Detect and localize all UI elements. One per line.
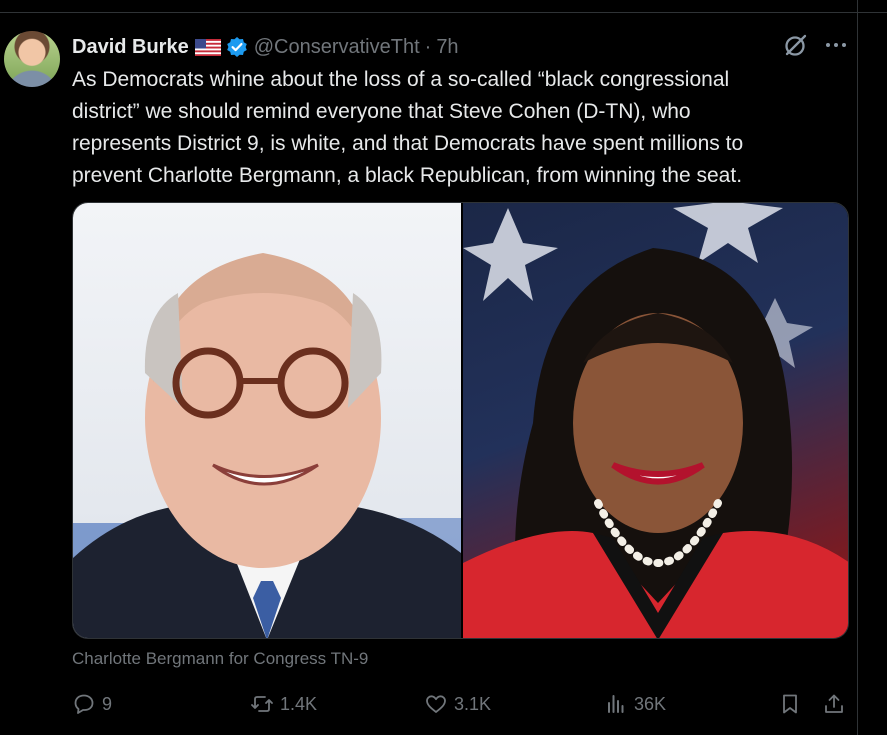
share-button[interactable]	[822, 690, 852, 718]
analytics-icon	[608, 695, 624, 713]
reply-button[interactable]: 9	[72, 690, 112, 718]
column-border	[857, 0, 858, 735]
display-name[interactable]: David Burke	[72, 36, 189, 59]
timestamp[interactable]: 7h	[436, 36, 458, 59]
us-flag-icon	[194, 38, 221, 56]
like-count: 3.1K	[454, 693, 492, 714]
grok-icon[interactable]	[783, 32, 809, 58]
tweet-text: As Democrats whine about the loss of a s…	[72, 68, 744, 187]
top-border	[0, 12, 887, 13]
views-button[interactable]: 36K	[604, 690, 666, 718]
action-bar: 9 1.4K 3.1K 36K	[72, 690, 852, 718]
bookmark-button[interactable]	[778, 690, 808, 718]
separator-dot: ·	[424, 35, 432, 58]
share-icon	[825, 694, 843, 713]
repost-count: 1.4K	[280, 693, 318, 714]
handle[interactable]: @ConservativeTht	[254, 36, 420, 59]
like-button[interactable]: 3.1K	[424, 690, 491, 718]
photo-left[interactable]	[73, 203, 461, 638]
more-options-icon[interactable]	[823, 38, 849, 52]
heart-icon	[426, 695, 446, 713]
avatar[interactable]	[4, 31, 60, 87]
repost-button[interactable]: 1.4K	[250, 690, 317, 718]
verified-badge-icon[interactable]	[226, 36, 248, 58]
reply-icon	[74, 694, 94, 714]
reply-count: 9	[102, 693, 113, 714]
tweet-media[interactable]	[72, 202, 849, 639]
media-caption[interactable]: Charlotte Bergmann for Congress TN-9	[72, 649, 368, 669]
repost-icon	[251, 696, 273, 712]
bookmark-icon	[783, 694, 797, 714]
tweet-header: David Burke @ConservativeTht · 7h	[72, 34, 459, 60]
view-count: 36K	[634, 693, 667, 714]
photo-right[interactable]	[463, 203, 848, 638]
